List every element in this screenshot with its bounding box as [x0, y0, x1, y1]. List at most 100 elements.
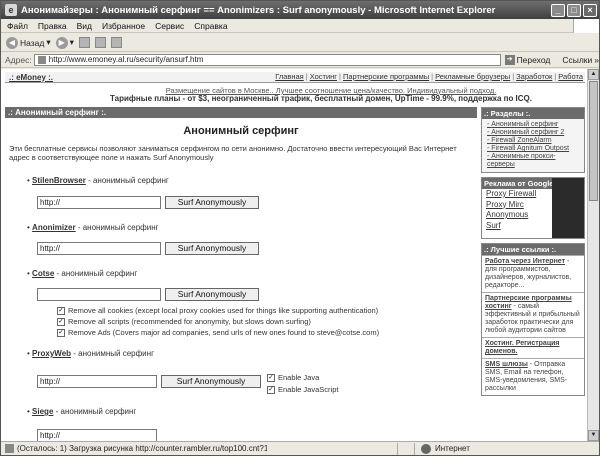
enable-javascript-option[interactable]: ✓ Enable JavaScript [267, 385, 338, 394]
nav-ad-browsers[interactable]: Рекламные броузеры [435, 72, 510, 81]
forward-dropdown-icon[interactable]: ▾ [70, 37, 74, 48]
nav-separator: | [305, 72, 308, 81]
menu-favorites[interactable]: Избранное [102, 21, 145, 31]
service-title: • ProxyWeb - анонимный серфинг [27, 349, 154, 358]
site-logo[interactable]: .: eMoney :. [9, 73, 53, 82]
sections-title: .: Разделы :. [482, 108, 584, 119]
window-title: Анонимайзеры : Анонимный серфинг == Anon… [21, 4, 496, 16]
nav-separator: | [512, 72, 515, 81]
nav-hosting[interactable]: Хостинг [310, 72, 337, 81]
scroll-thumb[interactable] [589, 81, 598, 201]
home-icon[interactable] [110, 37, 122, 48]
main-panel-title: .: Анонимный серфинг :. [5, 107, 477, 118]
refresh-icon[interactable] [94, 37, 106, 48]
url-input[interactable]: http:// [37, 196, 161, 209]
intro-text: Эти бесплатные сервисы позволяют занимат… [9, 144, 457, 162]
checkbox-label: Remove all cookies (except local proxy c… [68, 306, 379, 315]
nav-earnings[interactable]: Заработок [516, 72, 552, 81]
site-header: .: eMoney :. Главная | Хостинг | Партнерские… [5, 72, 585, 83]
enable-java-checkbox[interactable]: ✓ [267, 373, 275, 382]
best-links-box: .: Лучшие ссылки :. Работа через Интерне… [481, 243, 585, 396]
right-sidebar: .: Разделы :. - Анонимный серфинг - Анон… [481, 107, 585, 396]
page-heading: Анонимный серфинг [183, 125, 299, 137]
service-title: • Anonimizer - анонимный серфинг [27, 223, 159, 232]
go-arrow-icon: ➔ [504, 55, 515, 65]
service-link[interactable]: Cotse [32, 269, 54, 278]
url-input[interactable]: http:// [37, 242, 161, 255]
go-button[interactable]: ➔ Переход [504, 55, 551, 65]
nav-home[interactable]: Главная [275, 72, 304, 81]
globe-icon [421, 443, 431, 454]
remove-cookies-checkbox[interactable]: ✓ [57, 306, 65, 315]
surf-anonymously-button[interactable]: Surf Anonymously [165, 196, 259, 209]
forward-button[interactable]: ▶ ▾ [55, 36, 74, 49]
maximize-button[interactable]: □ [567, 3, 581, 17]
menu-file[interactable]: Файл [7, 21, 28, 31]
best-link[interactable]: Работа через Интернет [485, 258, 565, 265]
best-link[interactable]: Хостинг. Регистрация доменов. [485, 340, 560, 355]
best-links-title: .: Лучшие ссылки :. [482, 244, 584, 255]
title-bar: e Анонимайзеры : Анонимный серфинг == An… [1, 1, 599, 19]
section-link[interactable]: - Анонимные прокси-серверы [487, 153, 581, 169]
enable-javascript-checkbox[interactable]: ✓ [267, 385, 275, 394]
remove-ads-checkbox[interactable]: ✓ [57, 328, 65, 337]
menu-tools[interactable]: Сервис [155, 21, 184, 31]
checkbox-label: Remove Ads (Covers major ad companies, s… [68, 328, 380, 337]
vertical-scrollbar[interactable]: ▲ ▼ [587, 69, 599, 441]
address-input[interactable]: http://www.emoney.al.ru/security/ansurf.… [33, 54, 501, 66]
links-label[interactable]: Ссылки [562, 55, 592, 65]
enable-java-option[interactable]: ✓ Enable Java [267, 373, 319, 382]
nav-partner-programs[interactable]: Партнерские программы [343, 72, 429, 81]
section-link[interactable]: - Firewall ZoneAlarm [487, 137, 581, 145]
remove-cookies-option[interactable]: ✓ Remove all cookies (except local proxy … [57, 306, 378, 315]
main-panel: .: Анонимный серфинг :. Анонимный серфин… [5, 107, 477, 441]
go-label: Переход [516, 55, 551, 65]
scroll-down-icon[interactable]: ▼ [588, 430, 599, 441]
service-desc: - анонимный серфинг [85, 176, 169, 185]
loading-page-icon [5, 444, 14, 453]
menu-edit[interactable]: Правка [38, 21, 67, 31]
service-link[interactable]: StilenBrowser [32, 176, 86, 185]
surf-anonymously-button[interactable]: Surf Anonymously [161, 375, 261, 388]
service-link[interactable]: Siege [32, 407, 53, 416]
url-input[interactable]: http:// [37, 429, 157, 441]
remove-scripts-checkbox[interactable]: ✓ [57, 317, 65, 326]
address-bar: Адрес: http://www.emoney.al.ru/security/… [1, 53, 599, 68]
back-button[interactable]: ◀ Назад ▾ [6, 36, 51, 49]
section-link[interactable]: - Анонимный серфинг 2 [487, 129, 581, 137]
service-title: • Cotse - анонимный серфинг [27, 269, 137, 278]
service-desc: - анонимный серфинг [75, 223, 159, 232]
remove-ads-option[interactable]: ✓ Remove Ads (Covers major ad companies, … [57, 328, 379, 337]
tariff-text: Тарифные планы - от $3, неограниченный т… [109, 94, 532, 103]
section-link[interactable]: - Firewall Agnitum Outpost [487, 145, 581, 153]
close-button[interactable]: × [583, 3, 597, 17]
remove-scripts-option[interactable]: ✓ Remove all scripts (recommended for ano… [57, 317, 311, 326]
best-link[interactable]: SMS шлюзы [485, 361, 528, 368]
toolbar: ◀ Назад ▾ ▶ ▾ [1, 34, 599, 52]
back-dropdown-icon[interactable]: ▾ [46, 37, 50, 48]
best-link-item: Работа через Интернет - для программисто… [482, 255, 584, 292]
section-link[interactable]: - Анонимный серфинг [487, 121, 581, 129]
menu-view[interactable]: Вид [77, 21, 92, 31]
ie-icon: e [5, 4, 17, 16]
back-label: Назад [20, 37, 45, 48]
menu-help[interactable]: Справка [194, 21, 227, 31]
url-input[interactable] [37, 288, 161, 301]
minimize-button[interactable]: _ [551, 3, 565, 17]
address-url: http://www.emoney.al.ru/security/ansurf.… [48, 55, 204, 64]
url-input[interactable]: http:// [37, 375, 157, 388]
checkbox-label: Enable Java [278, 373, 320, 382]
address-label: Адрес: [5, 55, 32, 65]
stop-icon[interactable] [78, 37, 90, 48]
scroll-up-icon[interactable]: ▲ [588, 69, 599, 80]
service-link[interactable]: ProxyWeb [32, 349, 71, 358]
nav-work[interactable]: Работа [558, 72, 583, 81]
surf-anonymously-button[interactable]: Surf Anonymously [165, 288, 259, 301]
links-chevron-icon[interactable]: » [594, 55, 599, 65]
surf-anonymously-button[interactable]: Surf Anonymously [165, 242, 259, 255]
nav-separator: | [431, 72, 434, 81]
status-divider [397, 442, 398, 455]
bullet: • [27, 176, 30, 185]
zone-label: Интернет [435, 444, 470, 453]
service-link[interactable]: Anonimizer [32, 223, 76, 232]
